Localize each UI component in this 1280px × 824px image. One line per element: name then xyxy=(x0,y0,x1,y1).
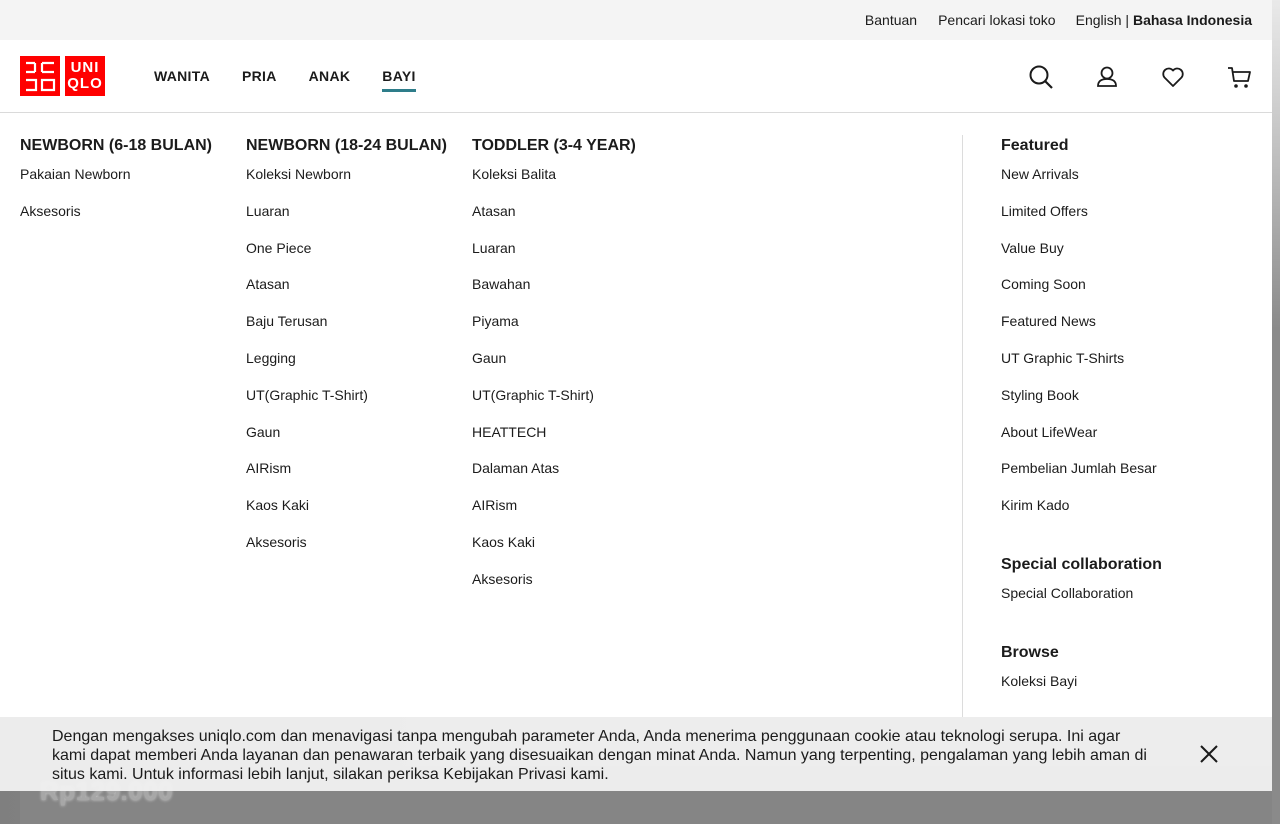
nav-bayi[interactable]: BAYI xyxy=(382,68,416,92)
logo-line2: QLO xyxy=(67,75,103,92)
featured-link[interactable]: UT Graphic T-Shirts xyxy=(1001,350,1162,387)
logo-katakana-box xyxy=(20,56,60,96)
column-title[interactable]: TODDLER (3-4 YEAR) xyxy=(472,137,636,155)
main-nav: WANITA PRIA ANAK BAYI xyxy=(154,68,448,92)
featured-link[interactable]: New Arrivals xyxy=(1001,166,1162,203)
menu-link[interactable]: Luaran xyxy=(472,240,636,277)
menu-link[interactable]: Piyama xyxy=(472,313,636,350)
help-link[interactable]: Bantuan xyxy=(865,12,917,28)
menu-link[interactable]: Atasan xyxy=(246,276,447,313)
cookie-text: Dengan mengakses uniqlo.com dan menaviga… xyxy=(52,728,1147,783)
menu-link[interactable]: Legging xyxy=(246,350,447,387)
utility-bar: Bantuan Pencari lokasi toko English | Ba… xyxy=(0,0,1272,40)
site-header: UNI QLO WANITA PRIA ANAK BAYI xyxy=(0,40,1272,113)
menu-link[interactable]: Koleksi Newborn xyxy=(246,166,447,203)
menu-column-toddler: TODDLER (3-4 YEAR) Koleksi Balita Atasan… xyxy=(472,137,636,608)
menu-link[interactable]: Kaos Kaki xyxy=(246,497,447,534)
menu-column-newborn-18-24: NEWBORN (18-24 BULAN) Koleksi Newborn Lu… xyxy=(246,137,447,571)
nav-anak[interactable]: ANAK xyxy=(309,68,351,92)
lang-separator: | xyxy=(1121,12,1133,28)
featured-link[interactable]: Featured News xyxy=(1001,313,1162,350)
browse-title: Browse xyxy=(1001,643,1059,661)
featured-link[interactable]: Limited Offers xyxy=(1001,203,1162,240)
store-locator-link[interactable]: Pencari lokasi toko xyxy=(938,12,1056,28)
language-switcher: English | Bahasa Indonesia xyxy=(1076,12,1252,28)
menu-link[interactable]: Kaos Kaki xyxy=(472,534,636,571)
menu-link[interactable]: UT(Graphic T-Shirt) xyxy=(472,387,636,424)
column-title[interactable]: NEWBORN (18-24 BULAN) xyxy=(246,137,447,155)
scrollbar[interactable] xyxy=(1272,0,1280,824)
menu-side-panel: Featured New Arrivals Limited Offers Val… xyxy=(1001,137,1162,710)
logo-latin-box: UNI QLO xyxy=(65,56,105,96)
mega-menu: NEWBORN (6-18 BULAN) Pakaian Newborn Aks… xyxy=(0,113,1272,717)
menu-link[interactable]: Bawahan xyxy=(472,276,636,313)
menu-link[interactable]: AIRism xyxy=(472,497,636,534)
featured-link[interactable]: Value Buy xyxy=(1001,240,1162,277)
menu-link[interactable]: Pakaian Newborn xyxy=(20,166,212,203)
menu-link[interactable]: Gaun xyxy=(472,350,636,387)
cookie-banner: Dengan mengakses uniqlo.com dan menaviga… xyxy=(0,717,1272,791)
menu-link[interactable]: HEATTECH xyxy=(472,424,636,461)
menu-link[interactable]: Atasan xyxy=(472,203,636,240)
column-title[interactable]: NEWBORN (6-18 BULAN) xyxy=(20,137,212,155)
menu-link[interactable]: Gaun xyxy=(246,424,447,461)
nav-pria[interactable]: PRIA xyxy=(242,68,277,92)
featured-link[interactable]: Kirim Kado xyxy=(1001,497,1162,534)
featured-title: Featured xyxy=(1001,137,1069,154)
nav-wanita[interactable]: WANITA xyxy=(154,68,210,92)
menu-link[interactable]: Luaran xyxy=(246,203,447,240)
menu-link[interactable]: Aksesoris xyxy=(20,203,212,240)
wishlist-icon[interactable] xyxy=(1160,64,1186,90)
lang-english-link[interactable]: English xyxy=(1076,12,1122,28)
collab-title: Special collaboration xyxy=(1001,555,1162,573)
menu-link[interactable]: One Piece xyxy=(246,240,447,277)
header-icons xyxy=(1028,64,1252,90)
menu-link[interactable]: UT(Graphic T-Shirt) xyxy=(246,387,447,424)
lang-indonesia-link[interactable]: Bahasa Indonesia xyxy=(1133,12,1252,28)
uniqlo-logo[interactable]: UNI QLO xyxy=(20,56,110,96)
collab-group: Special collaboration Special Collaborat… xyxy=(1001,556,1162,622)
menu-divider xyxy=(962,135,963,717)
menu-link[interactable]: AIRism xyxy=(246,460,447,497)
logo-line1: UNI xyxy=(70,59,100,76)
featured-link[interactable]: About LifeWear xyxy=(1001,424,1162,461)
search-icon[interactable] xyxy=(1028,64,1054,90)
account-icon[interactable] xyxy=(1094,64,1120,90)
close-icon[interactable] xyxy=(1196,741,1222,767)
featured-link[interactable]: Coming Soon xyxy=(1001,276,1162,313)
browse-group: Browse Koleksi Bayi xyxy=(1001,644,1162,710)
menu-column-newborn-6-18: NEWBORN (6-18 BULAN) Pakaian Newborn Aks… xyxy=(20,137,212,240)
menu-link[interactable]: Koleksi Balita xyxy=(472,166,636,203)
featured-link[interactable]: Styling Book xyxy=(1001,387,1162,424)
browse-link[interactable]: Koleksi Bayi xyxy=(1001,673,1162,710)
menu-link[interactable]: Aksesoris xyxy=(246,534,447,571)
featured-link[interactable]: Pembelian Jumlah Besar xyxy=(1001,460,1162,497)
menu-link[interactable]: Dalaman Atas xyxy=(472,460,636,497)
menu-link[interactable]: Baju Terusan xyxy=(246,313,447,350)
collab-link[interactable]: Special Collaboration xyxy=(1001,585,1162,622)
cart-icon[interactable] xyxy=(1226,64,1252,90)
menu-link[interactable]: Aksesoris xyxy=(472,571,636,608)
